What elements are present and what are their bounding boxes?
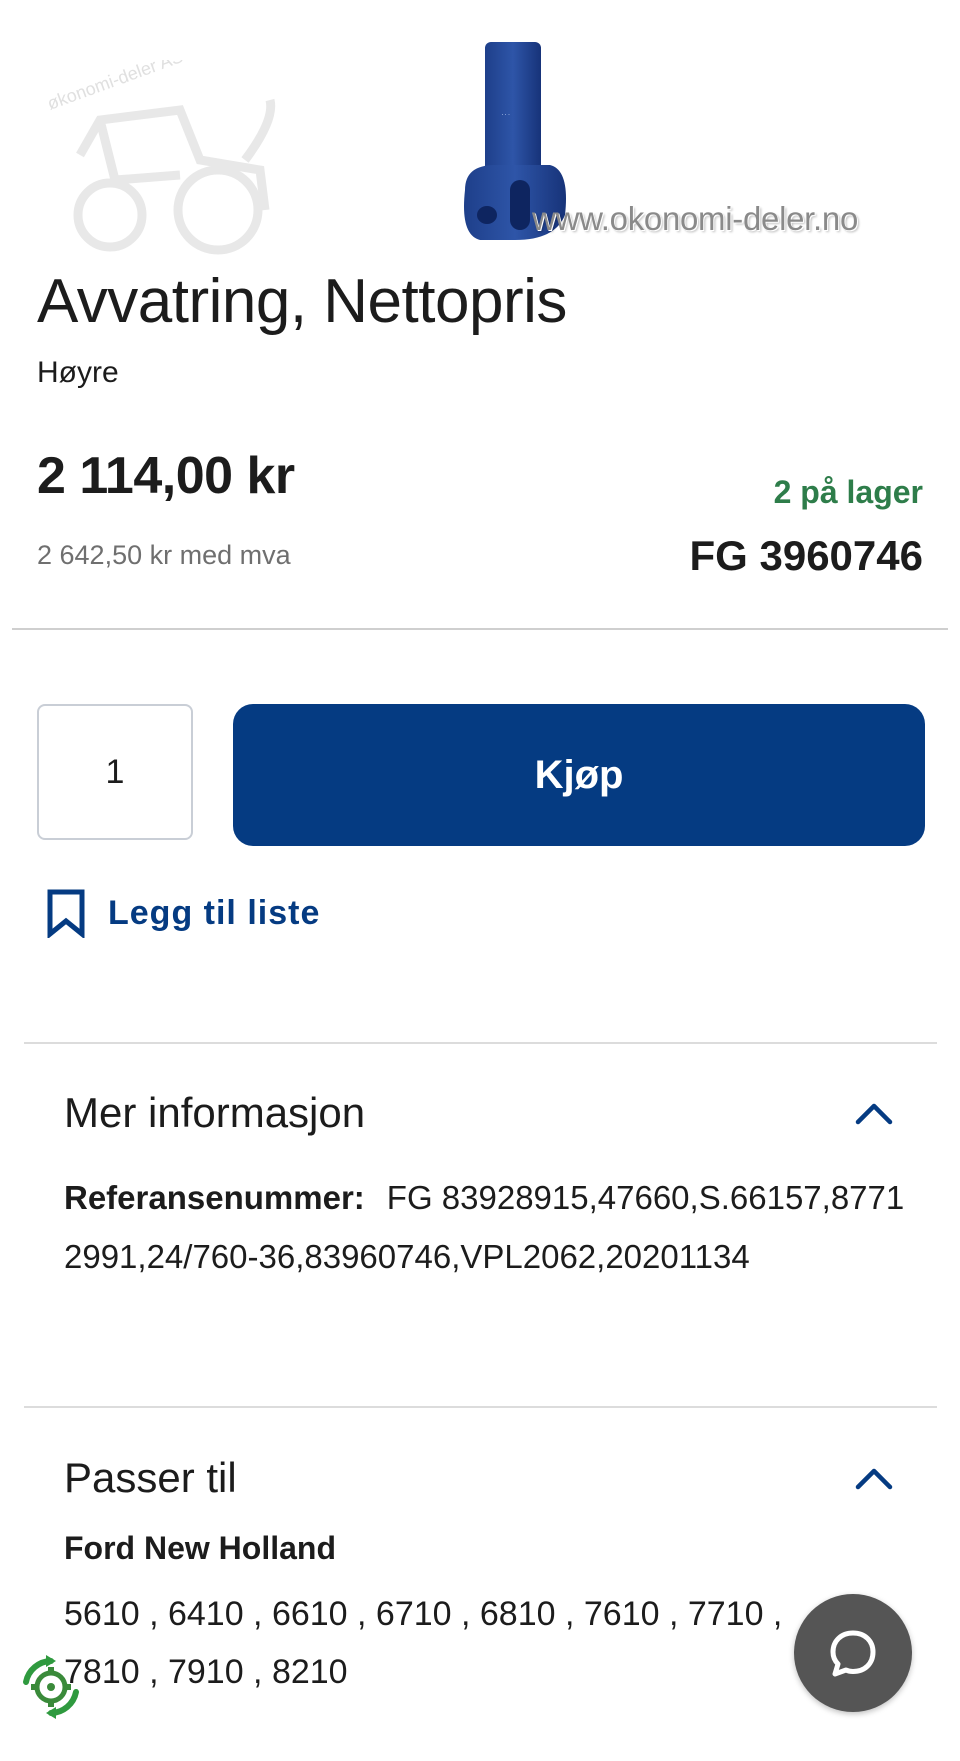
fits-brand: Ford New Holland — [64, 1530, 336, 1566]
bookmark-icon — [47, 889, 85, 938]
watermark-logo-text: økonomi-deler AS — [45, 60, 186, 114]
price: 2 114,00 kr — [37, 447, 295, 505]
chevron-up-icon — [855, 1103, 893, 1125]
more-info-header[interactable]: Mer informasjon — [64, 1083, 894, 1143]
watermark-logo: økonomi-deler AS — [45, 60, 276, 255]
product-sku: FG 3960746 — [689, 532, 923, 579]
chat-bubble-icon — [830, 1630, 876, 1677]
chevron-up-icon — [855, 1468, 893, 1490]
svg-text:⋮: ⋮ — [501, 110, 511, 119]
product-variant: Høyre — [37, 356, 119, 389]
product-title: Avvatring, Nettopris — [37, 267, 567, 336]
product-page: økonomi-deler AS ⋮ www.okonomi-deler.no … — [0, 0, 960, 1761]
watermark-url: www.okonomi-deler.no — [532, 200, 858, 237]
section-divider — [24, 1406, 937, 1408]
stock-status: 2 på lager — [773, 474, 923, 510]
fits-header[interactable]: Passer til — [64, 1448, 894, 1508]
more-info-title: Mer informasjon — [64, 1089, 366, 1136]
price-with-vat: 2 642,50 kr med mva — [37, 540, 291, 570]
reference-numbers: Referansenummer: FG 83928915,47660,S.6615… — [64, 1168, 914, 1286]
reference-label: Referansenummer: — [64, 1179, 365, 1216]
quantity-input[interactable] — [37, 704, 193, 840]
product-image: økonomi-deler AS ⋮ www.okonomi-deler.no — [0, 0, 960, 260]
divider — [12, 628, 948, 630]
chat-button[interactable] — [794, 1594, 912, 1712]
section-divider — [24, 1042, 937, 1044]
fits-models: 5610 , 6410 , 6610 , 6710 , 6810 , 7610 … — [64, 1595, 783, 1691]
add-to-list-label: Legg til liste — [108, 893, 321, 932]
buy-button[interactable]: Kjøp — [233, 704, 925, 846]
fits-title: Passer til — [64, 1454, 237, 1501]
recycle-gear-icon[interactable] — [16, 1652, 86, 1722]
add-to-list-button[interactable]: Legg til liste — [44, 888, 320, 938]
